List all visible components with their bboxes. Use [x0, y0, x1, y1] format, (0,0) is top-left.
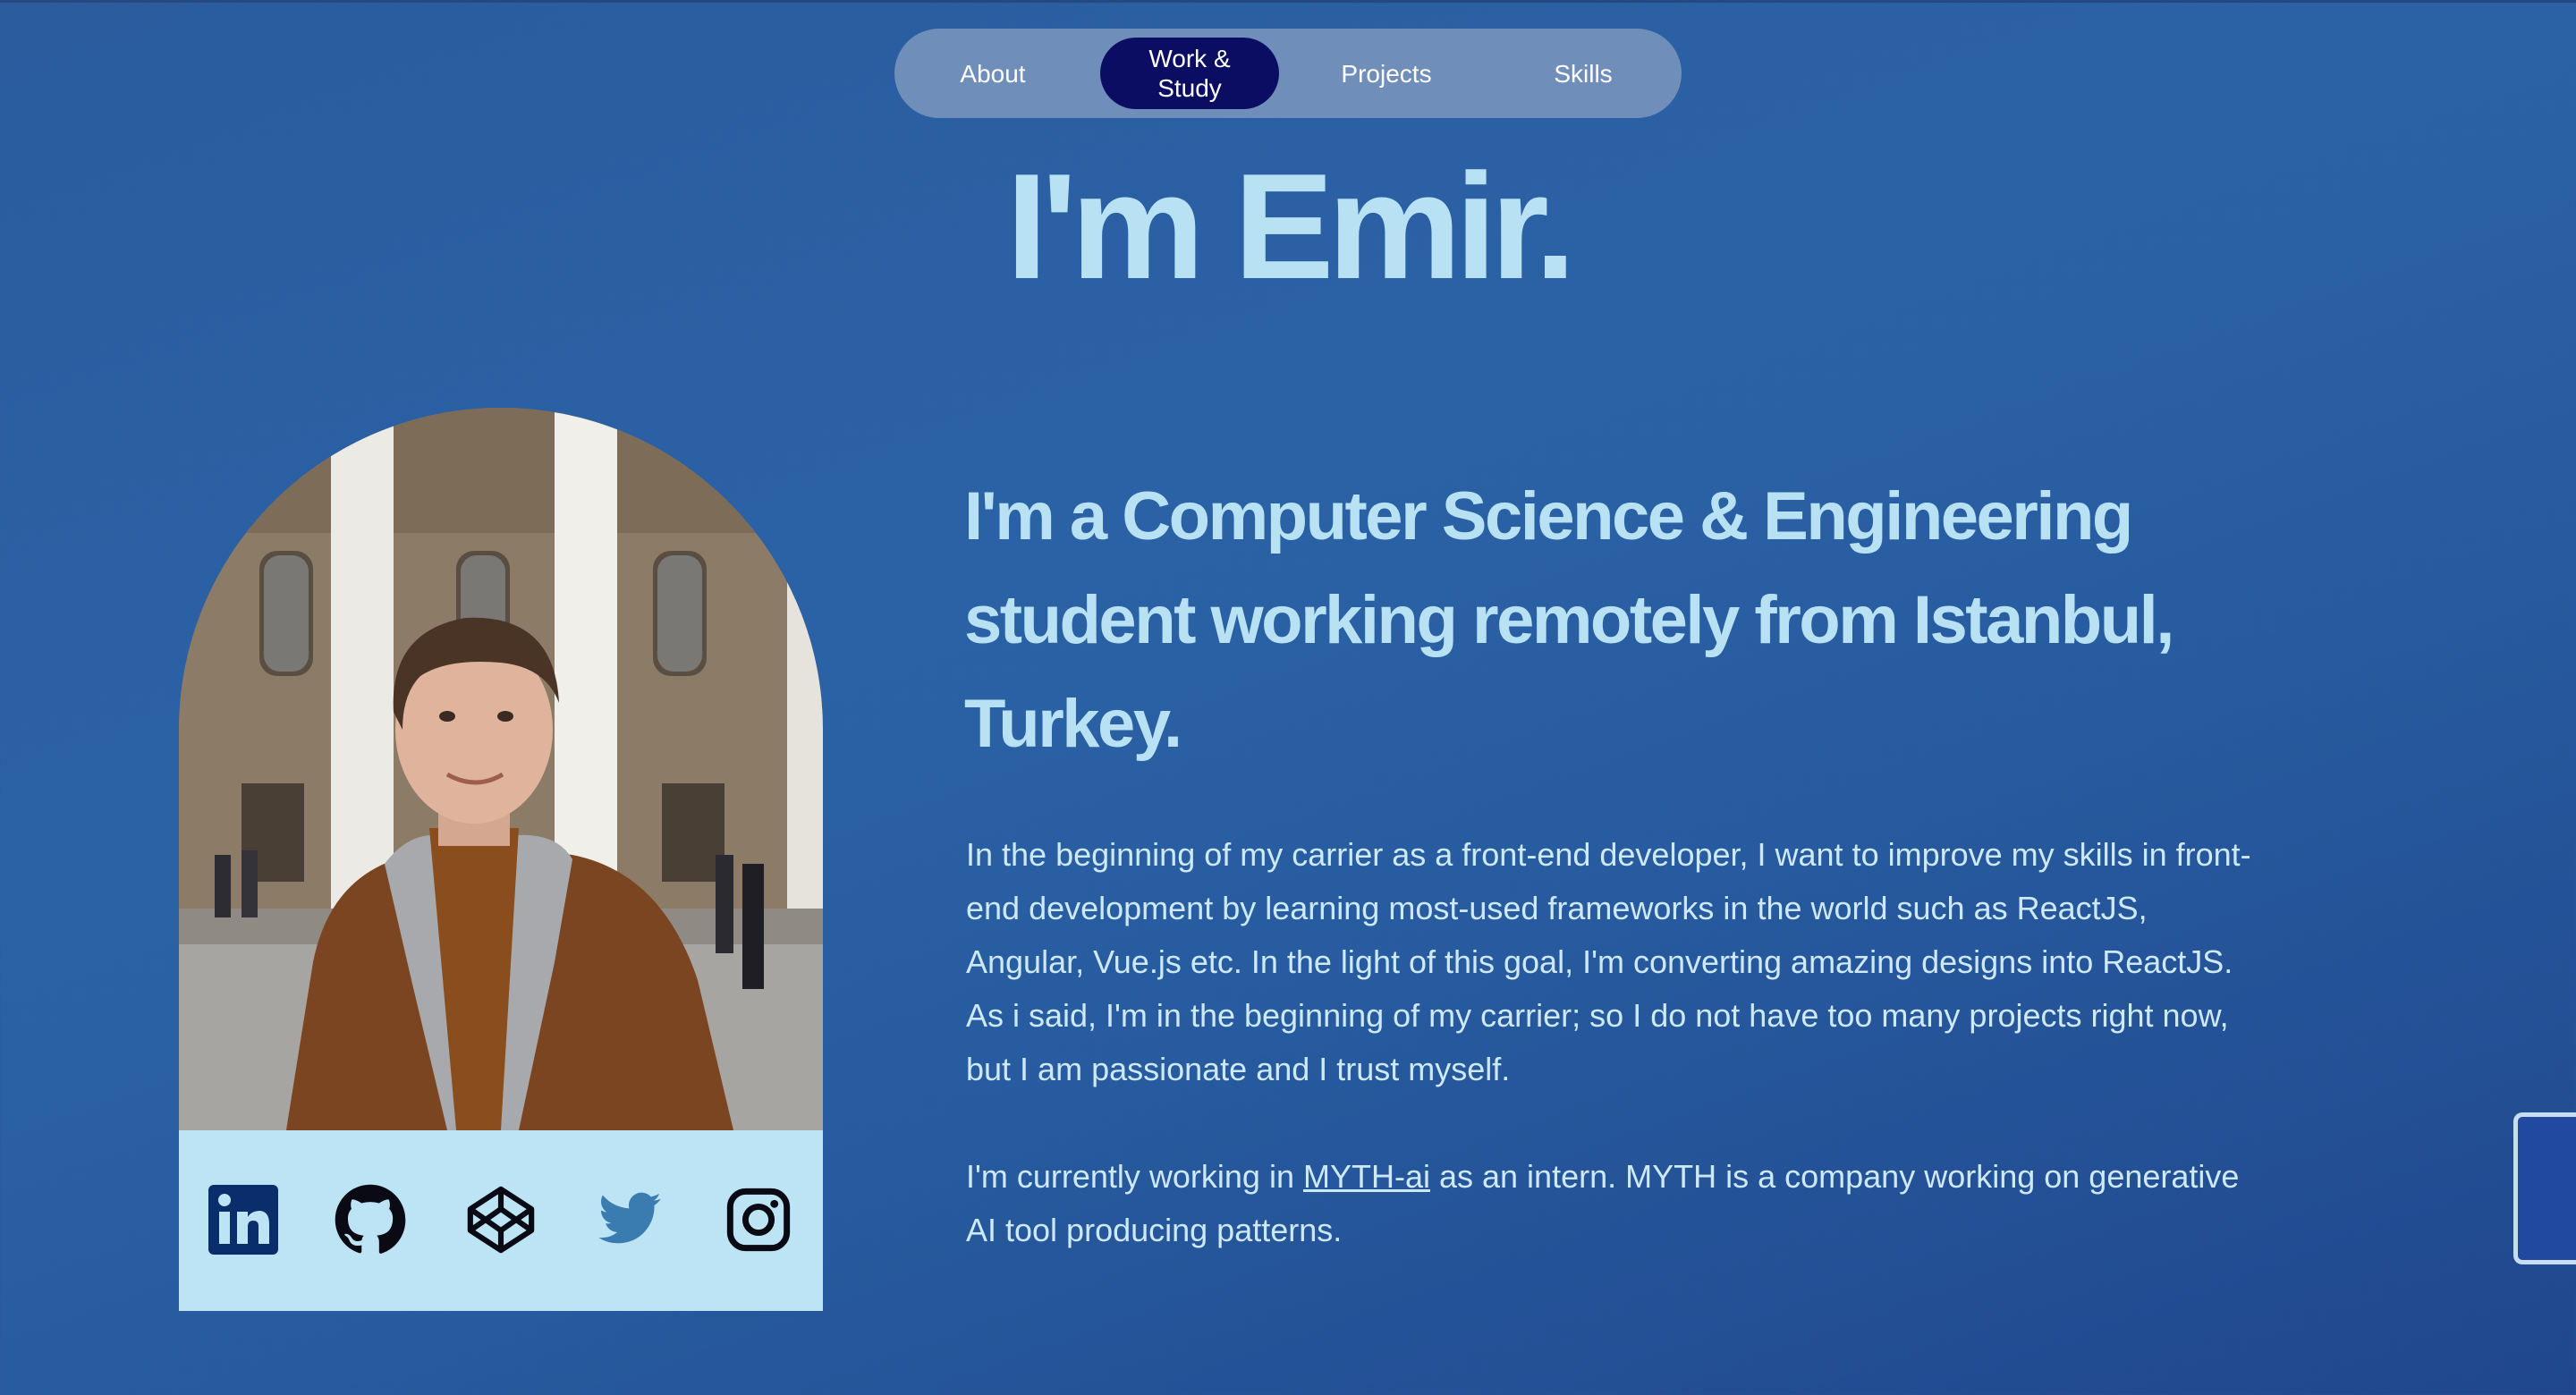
- codepen-link[interactable]: [463, 1182, 538, 1257]
- instagram-link[interactable]: [721, 1182, 796, 1257]
- profile-photo: [179, 408, 823, 1130]
- codepen-icon: [467, 1186, 535, 1254]
- work-text-before: I'm currently working in: [966, 1158, 1303, 1195]
- nav-item-label: About: [960, 59, 1026, 88]
- nav-item-about[interactable]: About: [903, 38, 1082, 109]
- side-widget-tab[interactable]: [2513, 1112, 2576, 1264]
- intro-headline: I'm a Computer Science & Engineering stu…: [964, 478, 2174, 762]
- twitter-icon: [598, 1192, 661, 1244]
- github-link[interactable]: [333, 1182, 408, 1257]
- hero-title: I'm Emir.: [1005, 142, 1577, 310]
- myth-ai-link[interactable]: MYTH-ai: [1303, 1158, 1430, 1195]
- intro-paragraph: In the beginning of my carrier as a fron…: [966, 836, 2251, 1087]
- main-navigation: About Work & Study Projects Skills: [894, 29, 1682, 118]
- nav-item-work-study[interactable]: Work & Study: [1100, 38, 1279, 109]
- linkedin-icon: [208, 1185, 278, 1255]
- nav-item-label-line2: Study: [1157, 74, 1222, 102]
- profile-card: [179, 408, 823, 1311]
- nav-item-label: Work & Study: [1148, 44, 1230, 103]
- nav-item-label: Projects: [1341, 59, 1432, 88]
- github-icon: [335, 1184, 406, 1254]
- nav-item-projects[interactable]: Projects: [1297, 38, 1476, 109]
- linkedin-link[interactable]: [206, 1182, 281, 1257]
- portrait-illustration: [179, 408, 823, 1130]
- nav-item-label: Skills: [1554, 59, 1613, 88]
- instagram-icon: [726, 1188, 791, 1252]
- work-paragraph: I'm currently working in MYTH-ai as an i…: [966, 1150, 2272, 1257]
- social-links-bar: [179, 1130, 823, 1311]
- twitter-link[interactable]: [592, 1182, 667, 1257]
- nav-item-skills[interactable]: Skills: [1494, 38, 1673, 109]
- nav-item-label-line1: Work &: [1148, 45, 1231, 72]
- top-border: [0, 0, 2576, 3]
